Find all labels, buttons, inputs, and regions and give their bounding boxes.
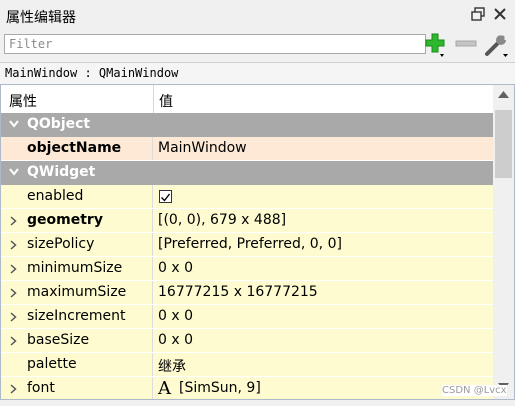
collapse-chevron-icon[interactable] <box>9 168 19 176</box>
remove-property-icon[interactable] <box>454 32 478 56</box>
property-name-cell: sizeIncrement <box>1 305 153 328</box>
expand-chevron-icon[interactable] <box>10 216 17 226</box>
property-row-font[interactable]: font A [SimSun, 9] <box>1 377 493 399</box>
property-value: 继承 <box>158 359 186 375</box>
property-value: [(0, 0), 679 x 488] <box>158 212 287 228</box>
add-property-icon[interactable] <box>424 32 448 58</box>
property-name-cell: sizePolicy <box>1 233 153 256</box>
property-value: 0 x 0 <box>158 260 193 276</box>
property-tree: 属性 值 QObject objectName MainWindow QWidget e… <box>0 84 515 400</box>
property-name-cell: objectName <box>1 137 153 160</box>
font-glyph-icon: A <box>158 378 171 399</box>
property-name: minimumSize <box>27 260 123 276</box>
expand-chevron-icon[interactable] <box>10 240 17 250</box>
header-divider[interactable] <box>153 85 154 113</box>
property-name-cell: palette <box>1 353 153 376</box>
configure-wrench-icon[interactable] <box>484 32 510 58</box>
property-name-cell: maximumSize <box>1 281 153 304</box>
group-header-qwidget[interactable]: QWidget <box>1 161 493 185</box>
property-value: [SimSun, 9] <box>179 380 261 396</box>
vertical-scrollbar[interactable] <box>493 85 514 399</box>
column-header: 属性 值 <box>1 85 493 114</box>
property-value: [Preferred, Preferred, 0, 0] <box>158 236 342 252</box>
title-bar: 属性编辑器 <box>0 0 515 30</box>
property-value: 0 x 0 <box>158 332 193 348</box>
group-header-qobject[interactable]: QObject <box>1 113 493 137</box>
property-name: objectName <box>27 140 122 156</box>
expand-chevron-icon[interactable] <box>10 312 17 322</box>
checkmark-icon <box>161 193 171 202</box>
property-row-geometry[interactable]: geometry [(0, 0), 679 x 488] <box>1 209 493 233</box>
property-row-sizepolicy[interactable]: sizePolicy [Preferred, Preferred, 0, 0] <box>1 233 493 257</box>
property-name: sizePolicy <box>27 236 95 252</box>
float-icon[interactable] <box>470 6 486 22</box>
expand-chevron-icon[interactable] <box>10 288 17 298</box>
close-icon[interactable] <box>492 6 508 22</box>
property-name-cell: minimumSize <box>1 257 153 280</box>
expand-chevron-icon[interactable] <box>10 336 17 346</box>
property-name: palette <box>27 356 77 372</box>
window-title: 属性编辑器 <box>6 10 76 26</box>
property-row-minimumsize[interactable]: minimumSize 0 x 0 <box>1 257 493 281</box>
property-name: baseSize <box>27 332 90 348</box>
class-path-bar: MainWindow : QMainWindow <box>0 62 515 85</box>
property-name: sizeIncrement <box>27 308 126 324</box>
expand-chevron-icon[interactable] <box>10 384 17 394</box>
collapse-chevron-icon[interactable] <box>9 120 19 128</box>
property-value: 0 x 0 <box>158 308 193 324</box>
property-name-cell: font <box>1 377 153 399</box>
property-name-cell: baseSize <box>1 329 153 352</box>
header-property[interactable]: 属性 <box>9 91 37 111</box>
property-row-palette[interactable]: palette 继承 <box>1 353 493 377</box>
watermark: CSDN @Lvcx <box>442 385 507 396</box>
property-row-enabled[interactable]: enabled <box>1 185 493 209</box>
property-rows: QObject objectName MainWindow QWidget enable… <box>1 113 493 399</box>
scroll-thumb[interactable] <box>495 110 512 178</box>
property-row-maximumsize[interactable]: maximumSize 16777215 x 16777215 <box>1 281 493 305</box>
property-name: font <box>27 380 55 396</box>
property-value: 16777215 x 16777215 <box>158 284 318 300</box>
toolbar <box>0 30 515 62</box>
scroll-up-icon[interactable] <box>498 91 509 98</box>
group-label: QWidget <box>27 164 96 180</box>
class-path-label: MainWindow : QMainWindow <box>5 66 179 80</box>
header-value[interactable]: 值 <box>159 91 173 111</box>
property-name: maximumSize <box>27 284 127 300</box>
filter-input[interactable] <box>4 34 426 54</box>
property-value: MainWindow <box>158 140 247 156</box>
property-row-basesize[interactable]: baseSize 0 x 0 <box>1 329 493 353</box>
enabled-checkbox[interactable] <box>159 190 172 203</box>
group-label: QObject <box>27 116 91 132</box>
property-row-objectname[interactable]: objectName MainWindow <box>1 137 493 161</box>
property-row-sizeincrement[interactable]: sizeIncrement 0 x 0 <box>1 305 493 329</box>
expand-chevron-icon[interactable] <box>10 264 17 274</box>
property-name-cell: geometry <box>1 209 153 232</box>
property-name: enabled <box>27 188 84 204</box>
property-name: geometry <box>27 212 103 228</box>
property-name-cell: enabled <box>1 185 153 208</box>
